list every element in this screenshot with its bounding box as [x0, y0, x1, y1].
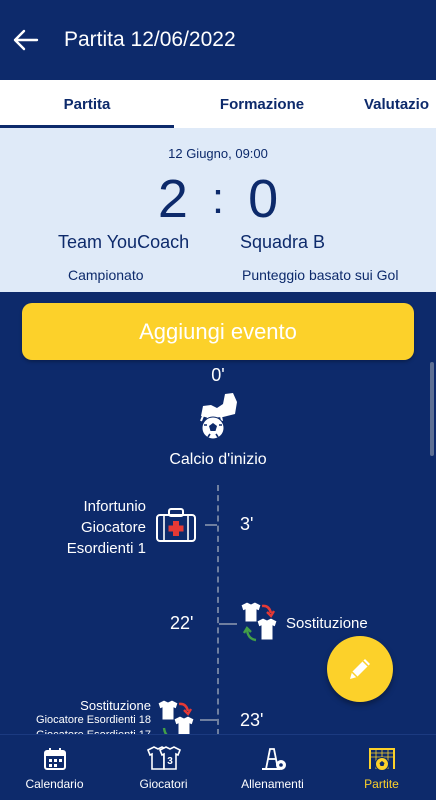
nav-label: Giocatori	[139, 776, 188, 791]
away-score: 0	[248, 169, 279, 229]
page-title: Partita 12/06/2022	[64, 28, 236, 51]
nav-label: Partite	[364, 776, 399, 791]
scoring-mode-label: Punteggio basato sui Gol	[242, 267, 399, 283]
event-sub2-minute: 23'	[240, 710, 264, 730]
substitution-icon[interactable]	[155, 698, 199, 734]
event-connector	[200, 719, 217, 721]
nav-giocatori[interactable]: 3 Giocatori	[109, 735, 218, 800]
match-summary: 12 Giugno, 09:00 2 : 0 Team YouCoach Squ…	[0, 128, 436, 292]
kickoff-boot-ball-icon	[193, 390, 243, 447]
event-connector	[205, 524, 217, 526]
event-connector	[219, 623, 237, 625]
away-team-name: Squadra B	[240, 232, 326, 252]
app-bar: Partita 12/06/2022	[0, 0, 436, 80]
pencil-icon	[350, 659, 370, 679]
event-injury-line2: Giocatore	[80, 519, 146, 536]
substitution-icon[interactable]	[238, 600, 282, 649]
event-sub2-text: Sostituzione Giocatore Esordienti 18 Gio…	[36, 698, 151, 738]
first-aid-kit-icon[interactable]	[155, 507, 197, 548]
tab-valutazioni[interactable]: Valutazio	[350, 80, 436, 128]
competition-label: Campionato	[68, 267, 144, 283]
event-sub-minute: 22'	[170, 613, 194, 633]
nav-label: Calendario	[25, 776, 84, 791]
match-date: 12 Giugno, 09:00	[168, 146, 268, 161]
edit-fab-button[interactable]	[327, 636, 393, 702]
score-separator: :	[211, 174, 225, 223]
scoreboard: 2 : 0	[0, 168, 436, 230]
tab-bar: Partita Formazione Valutazio	[0, 80, 436, 128]
kickoff-minute: 0'	[211, 365, 225, 385]
event-sub2-player: Giocatore Esordienti 18	[36, 714, 151, 726]
event-injury-text: Infortunio Giocatore Esordienti 1	[67, 496, 146, 559]
kickoff-label: Calcio d'inizio	[169, 451, 267, 468]
nav-partite[interactable]: Partite	[327, 735, 436, 800]
svg-text:3: 3	[167, 756, 173, 767]
timeline-line	[217, 485, 219, 735]
event-injury-title: Infortunio	[83, 498, 146, 515]
jerseys-icon: 3	[146, 745, 182, 773]
training-cone-icon	[258, 745, 288, 773]
event-injury-line3: Esordienti 1	[66, 540, 146, 557]
bottom-navigation: Calendario 3 Giocatori Allenamenti Parti…	[0, 734, 436, 800]
tab-formazione[interactable]: Formazione	[174, 80, 350, 128]
home-team-name: Team YouCoach	[58, 232, 190, 252]
back-arrow-icon[interactable]	[0, 0, 52, 80]
add-event-button[interactable]: Aggiungi evento	[22, 303, 414, 360]
nav-allenamenti[interactable]: Allenamenti	[218, 735, 327, 800]
nav-calendario[interactable]: Calendario	[0, 735, 109, 800]
tab-partita[interactable]: Partita	[0, 80, 174, 128]
event-sub-label: Sostituzione	[286, 615, 368, 632]
calendar-icon	[43, 745, 67, 773]
event-sub2-label: Sostituzione	[80, 698, 151, 713]
goal-ball-icon	[367, 745, 397, 773]
nav-label: Allenamenti	[241, 776, 304, 791]
home-score: 2	[157, 169, 188, 229]
event-injury-minute: 3'	[240, 514, 254, 534]
